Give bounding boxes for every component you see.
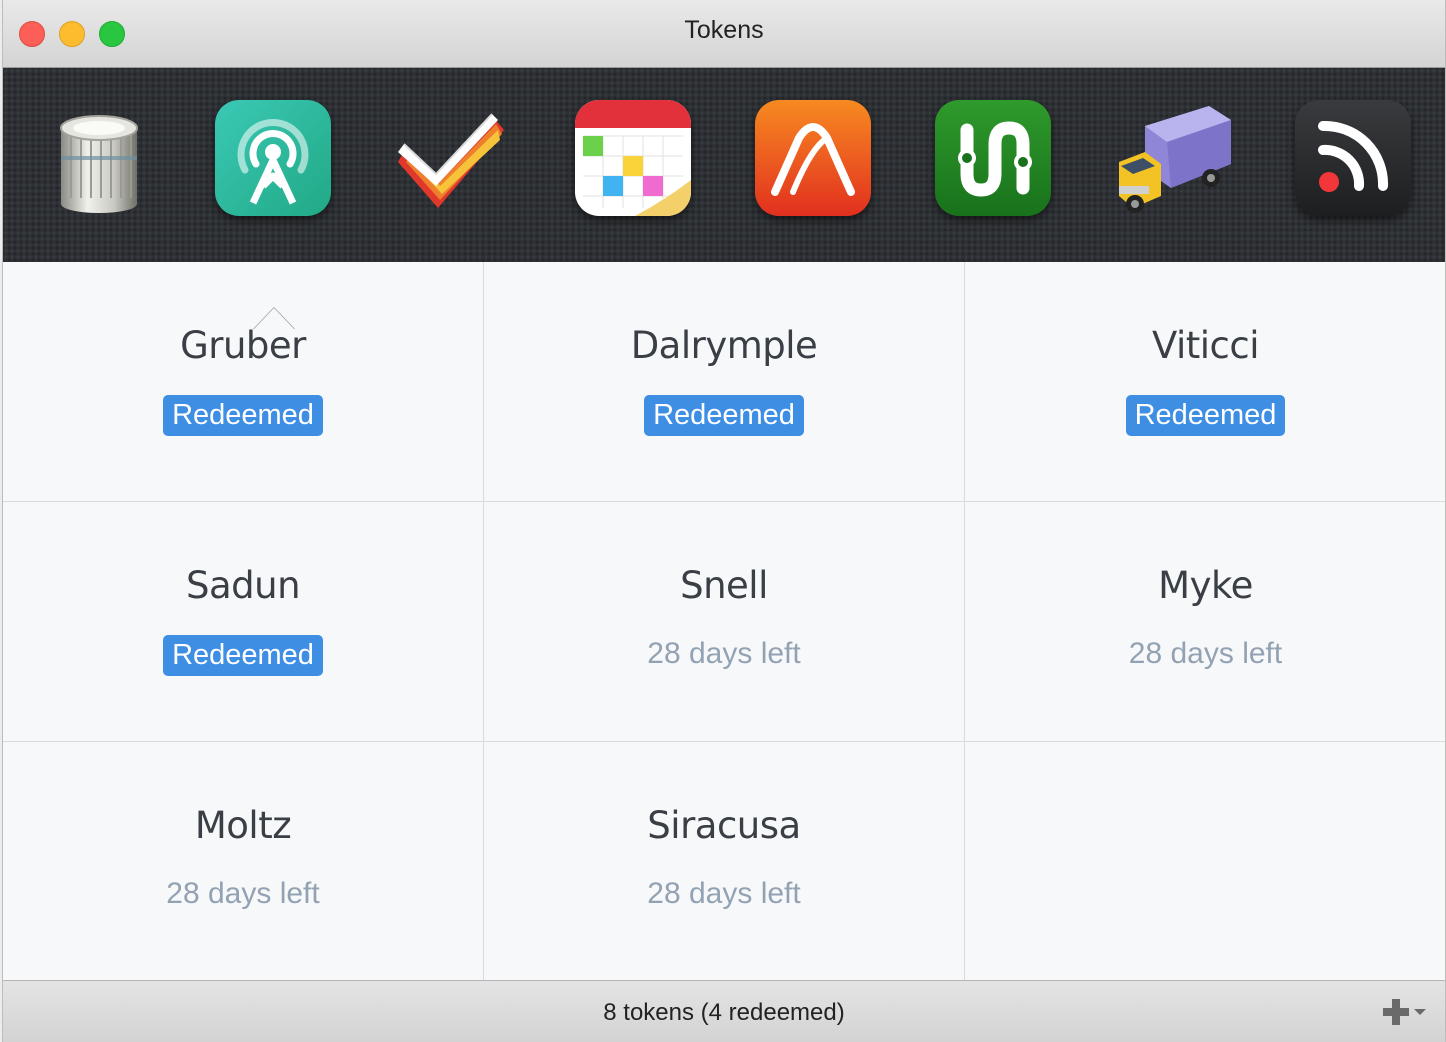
token-cell[interactable]: Gruber Redeemed [3, 262, 484, 502]
token-name: Gruber [180, 324, 306, 367]
days-left-text: 28 days left [647, 877, 801, 910]
token-cell[interactable]: Dalrymple Redeemed [484, 262, 965, 502]
title-bar[interactable]: Tokens [3, 0, 1445, 68]
token-cell[interactable]: Snell 28 days left [484, 502, 965, 742]
overcast-app-icon[interactable] [215, 100, 331, 216]
fantastical-calendar-app-icon[interactable] [575, 100, 691, 216]
token-cell[interactable]: Moltz 28 days left [3, 742, 484, 980]
empty-cell [965, 742, 1445, 980]
status-badge: Redeemed [644, 395, 804, 436]
transit-app-icon[interactable] [935, 100, 1051, 216]
rss-reader-app-icon[interactable] [1295, 100, 1411, 216]
tokens-window: Tokens Gruber Redeemed Dalrymple Redeeme… [2, 0, 1446, 1042]
days-left-text: 28 days left [166, 877, 320, 910]
token-name: Moltz [194, 804, 292, 847]
token-name: Snell [680, 564, 768, 607]
token-cell[interactable]: Myke 28 days left [965, 502, 1445, 742]
token-name: Myke [1158, 564, 1253, 607]
token-name: Siracusa [647, 804, 801, 847]
token-cell[interactable]: Siracusa 28 days left [484, 742, 965, 980]
token-cell[interactable]: Sadun Redeemed [3, 502, 484, 742]
chevron-down-icon [1414, 1009, 1426, 1015]
days-left-text: 28 days left [1128, 637, 1283, 670]
token-name: Sadun [185, 564, 301, 607]
plus-icon [1383, 999, 1409, 1025]
window-title: Tokens [684, 16, 764, 44]
status-badge: Redeemed [1125, 395, 1286, 436]
status-badge: Redeemed [163, 635, 323, 676]
app-selector-bar [3, 68, 1445, 330]
database-app-icon[interactable] [41, 100, 157, 216]
vesper-app-icon[interactable] [755, 100, 871, 216]
status-bar: 8 tokens (4 redeemed) [3, 980, 1445, 1042]
clear-todo-app-icon[interactable] [395, 100, 511, 216]
transmit-truck-app-icon[interactable] [1115, 100, 1231, 216]
token-name: Dalrymple [630, 324, 818, 367]
token-grid: Gruber Redeemed Dalrymple Redeemed Vitic… [3, 262, 1445, 980]
token-summary: 8 tokens (4 redeemed) [603, 999, 845, 1026]
status-badge: Redeemed [163, 395, 323, 436]
token-name: Viticci [1151, 324, 1260, 367]
add-token-menu-button[interactable] [1381, 997, 1427, 1027]
days-left-text: 28 days left [647, 637, 801, 670]
token-cell[interactable]: Viticci Redeemed [965, 262, 1445, 502]
